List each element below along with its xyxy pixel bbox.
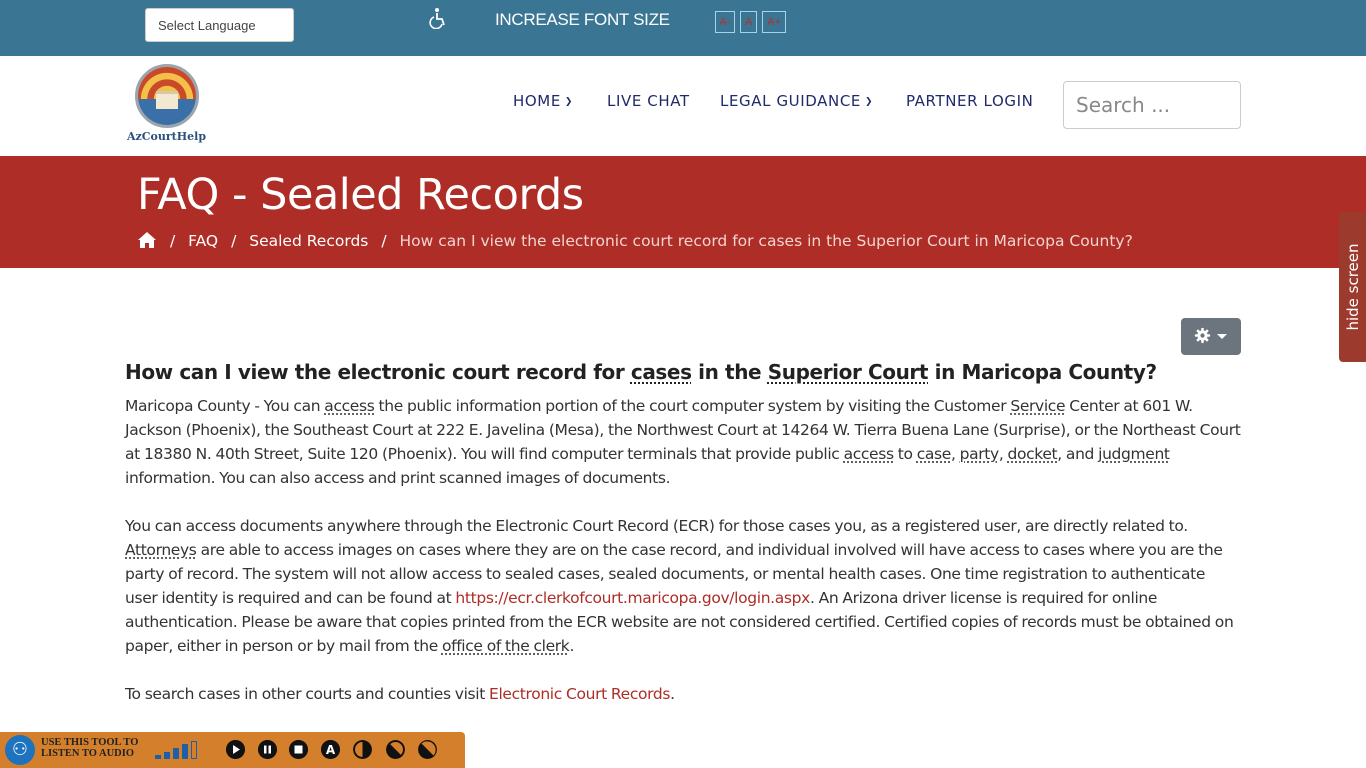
logo-text: AzCourtHelp [127,130,207,143]
nav-legal-guidance-label: LEGAL GUIDANCE [720,92,861,110]
logo-emblem [135,64,199,128]
language-select[interactable]: Select Language [145,8,294,42]
text-icon[interactable]: A [321,740,340,759]
caret-down-icon [1217,334,1227,339]
breadcrumb-current: How can I view the electronic court reco… [399,232,1133,250]
nav-live-chat-label: LIVE CHAT [607,92,690,110]
answer-paragraph-2: You can access documents anywhere throug… [125,517,1234,655]
play-icon[interactable] [226,740,245,759]
article-tools-button[interactable] [1181,318,1241,355]
volume-control[interactable] [155,741,200,759]
nav-legal-guidance[interactable]: LEGAL GUIDANCE ❯ [720,92,873,110]
hide-screen-label: hide screen [1343,243,1362,331]
invert-icon[interactable] [386,740,405,759]
breadcrumb-separator: / [169,232,176,250]
glossary-term[interactable]: Superior Court [768,360,929,384]
glossary-term[interactable]: access [844,445,894,463]
nav-home[interactable]: HOME ❯ [513,92,573,110]
pause-icon[interactable] [258,740,277,759]
nav-partner-login-label: PARTNER LOGIN [906,92,1034,110]
breadcrumb-separator: / [381,232,387,250]
glossary-term[interactable]: access [324,397,374,415]
reset-font-button[interactable]: A [740,11,757,33]
glossary-term[interactable]: Service [1010,397,1065,415]
chevron-down-icon: ❯ [865,97,874,107]
breadcrumb-sealed-records[interactable]: Sealed Records [249,232,368,250]
answer-paragraph-1: Maricopa County - You can access the pub… [125,397,1241,487]
breadcrumb: / FAQ / Sealed Records / How can I view … [137,231,1133,250]
site-header: AzCourtHelp HOME ❯ LIVE CHAT LEGAL GUIDAN… [0,56,1366,156]
increase-font-button[interactable]: A+ [762,11,786,33]
nav-home-label: HOME [513,92,561,110]
hearing-icon: ⚇ [5,735,35,765]
answer-paragraph-3: To search cases in other courts and coun… [125,685,675,703]
wheelchair-icon[interactable] [428,7,448,29]
gear-icon [1194,327,1211,344]
breadcrumb-faq[interactable]: FAQ [188,232,218,250]
home-icon[interactable] [137,231,157,249]
audio-toolbar: ⚇ USE THIS TOOL TO LISTEN TO AUDIO A [0,732,465,768]
chevron-down-icon: ❯ [564,97,574,107]
site-logo[interactable]: AzCourtHelp [127,64,211,150]
page-banner: FAQ - Sealed Records / FAQ / Sealed Reco… [0,156,1366,268]
contrast-icon[interactable] [353,740,372,759]
hide-screen-tab[interactable]: hide screen [1339,212,1366,362]
glossary-term[interactable]: Attorneys [125,541,197,559]
decrease-font-button[interactable]: A- [715,11,735,33]
glossary-term[interactable]: judgment [1098,445,1170,463]
question-title: How can I view the electronic court reco… [125,360,1157,384]
glossary-term[interactable]: cases [631,360,692,384]
ecr-login-link[interactable]: https://ecr.clerkofcourt.maricopa.gov/lo… [455,589,810,607]
svg-text:A: A [326,743,336,757]
glossary-term[interactable]: case [917,445,952,463]
grayscale-icon[interactable] [418,740,437,759]
audio-toolbar-label: USE THIS TOOL TO LISTEN TO AUDIO [41,737,139,759]
glossary-term[interactable]: docket [1007,445,1057,463]
stop-icon[interactable] [289,740,308,759]
font-size-label: INCREASE FONT SIZE [495,10,670,29]
breadcrumb-separator: / [231,232,237,250]
page-title: FAQ - Sealed Records [137,170,584,220]
nav-live-chat[interactable]: LIVE CHAT [607,92,690,110]
glossary-term[interactable]: office of the clerk [442,637,570,655]
glossary-term[interactable]: party [960,445,1000,463]
faq-article: How can I view the electronic court reco… [125,358,1241,706]
nav-partner-login[interactable]: PARTNER LOGIN [906,92,1033,110]
electronic-court-records-link[interactable]: Electronic Court Records [489,685,670,703]
accessibility-bar: Select Language INCREASE FONT SIZE A- A … [0,0,1366,56]
search-input[interactable] [1063,81,1241,129]
